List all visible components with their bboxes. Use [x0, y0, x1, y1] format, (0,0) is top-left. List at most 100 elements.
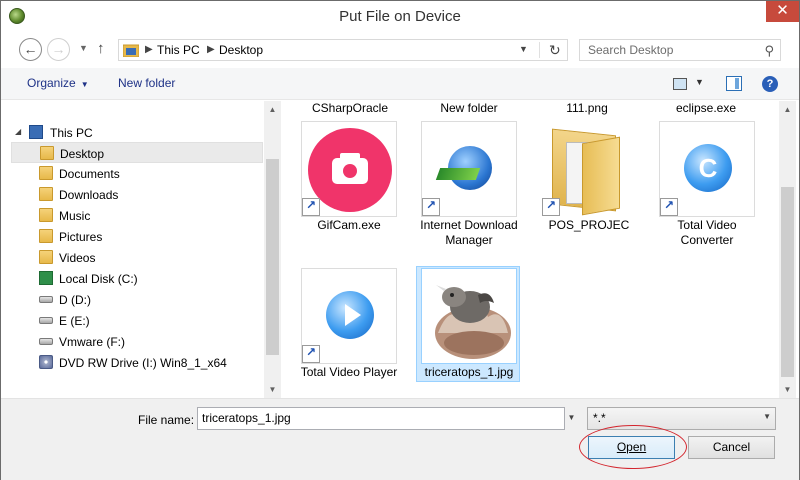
scrollbar-thumb[interactable] — [781, 187, 794, 377]
breadcrumb-separator-icon[interactable]: ▶ — [145, 44, 153, 55]
sidebar-item-pictures[interactable]: Pictures — [11, 226, 263, 247]
file-label-new-folder[interactable]: New folder — [419, 101, 519, 115]
breadcrumb-separator-icon[interactable]: ▶ — [207, 44, 215, 55]
content-scrollbar[interactable]: ▲ ▼ — [779, 101, 796, 398]
file-thumbnail — [301, 121, 397, 217]
shortcut-arrow-icon — [302, 198, 320, 216]
computer-icon — [29, 125, 43, 139]
file-tile-total-video-converter[interactable]: C Total Video Converter — [655, 121, 759, 261]
folder-icon — [39, 166, 53, 180]
sidebar-item-music[interactable]: Music — [11, 205, 263, 226]
file-thumbnail — [301, 268, 397, 364]
file-tile-gifcam[interactable]: GifCam.exe — [297, 121, 401, 261]
preview-pane-icon[interactable] — [726, 76, 742, 91]
chevron-down-icon: ▼ — [763, 412, 771, 421]
file-tile-idm[interactable]: Internet Download Manager — [417, 121, 521, 261]
sidebar-item-label: Local Disk (C:) — [59, 272, 138, 286]
file-thumbnail — [541, 121, 637, 217]
file-thumbnail — [421, 121, 517, 217]
recent-locations-chevron-icon[interactable]: ▼ — [79, 43, 88, 53]
breadcrumb-this-pc[interactable]: This PC — [157, 43, 200, 57]
back-button[interactable]: ← — [19, 38, 42, 61]
up-button[interactable]: ↑ — [97, 40, 105, 57]
sidebar-item-documents[interactable]: Documents — [11, 163, 263, 184]
sidebar-item-downloads[interactable]: Downloads — [11, 184, 263, 205]
scrollbar-thumb[interactable] — [266, 159, 279, 355]
search-input[interactable]: Search Desktop ⚲ — [579, 39, 781, 61]
view-options-chevron-icon[interactable]: ▼ — [695, 77, 704, 87]
shortcut-arrow-icon — [660, 198, 678, 216]
forward-button[interactable]: → — [47, 38, 70, 61]
file-tile-pos-project[interactable]: POS_PROJEC — [537, 121, 641, 261]
scroll-down-icon[interactable]: ▼ — [264, 381, 281, 398]
file-name: Internet Download Manager — [420, 218, 518, 247]
download-arrow-icon — [435, 168, 481, 180]
file-name-field[interactable]: triceratops_1.jpg — [197, 407, 565, 430]
file-thumbnail: C — [659, 121, 755, 217]
player-icon — [326, 291, 374, 339]
navigation-pane: ◢ This PC Desktop Documents Downloads Mu… — [1, 101, 281, 398]
sidebar-item-drive-d[interactable]: D (D:) — [11, 289, 263, 310]
scroll-up-icon[interactable]: ▲ — [264, 101, 281, 118]
breadcrumb-desktop[interactable]: Desktop — [219, 43, 263, 57]
file-name: POS_PROJEC — [548, 218, 630, 232]
expand-arrow-icon[interactable]: ◢ — [15, 127, 21, 136]
file-label-csharporacle[interactable]: CSharpOracle — [300, 101, 400, 115]
sidebar-item-label: Desktop — [60, 147, 105, 161]
change-view-icon[interactable] — [673, 78, 687, 90]
sidebar-item-label: Music — [59, 209, 91, 223]
folder-icon — [39, 187, 53, 201]
sidebar-item-videos[interactable]: Videos — [11, 247, 263, 268]
scroll-down-icon[interactable]: ▼ — [779, 381, 796, 398]
sidebar-item-drive-e[interactable]: E (E:) — [11, 310, 263, 331]
drive-icon — [39, 317, 53, 324]
file-label-eclipse[interactable]: eclipse.exe — [656, 101, 756, 115]
sidebar-item-dvd-drive[interactable]: DVD RW Drive (I:) Win8_1_x64 — [11, 352, 263, 373]
search-icon[interactable]: ⚲ — [764, 43, 774, 59]
file-tile-total-video-player[interactable]: Total Video Player — [297, 268, 401, 394]
drive-icon — [39, 296, 53, 303]
refresh-icon[interactable]: ↻ — [549, 42, 561, 59]
file-dialog-window: Put File on Device ✕ ← → ▼ ↑ ▶ This PC ▶… — [0, 0, 800, 480]
file-name: GifCam.exe — [317, 218, 381, 232]
address-bar[interactable]: ▶ This PC ▶ Desktop ▼ ↻ — [118, 39, 568, 61]
sidebar-item-label: Vmware (F:) — [59, 335, 125, 349]
shortcut-arrow-icon — [422, 198, 440, 216]
converter-icon: C — [684, 144, 732, 192]
folder-icon — [40, 146, 54, 160]
file-name-dropdown-icon[interactable]: ▼ — [563, 407, 580, 430]
sidebar-item-desktop[interactable]: Desktop — [11, 142, 263, 163]
scroll-up-icon[interactable]: ▲ — [779, 101, 796, 118]
folder-icon — [122, 43, 140, 58]
cancel-button[interactable]: Cancel — [688, 436, 775, 459]
new-folder-button[interactable]: New folder — [118, 76, 175, 90]
file-label-111-png[interactable]: 111.png — [537, 101, 637, 115]
sidebar-item-this-pc[interactable]: ◢ This PC — [15, 122, 267, 143]
title-bar: Put File on Device ✕ — [1, 1, 799, 32]
image-thumbnail — [435, 285, 511, 359]
close-button[interactable]: ✕ — [766, 1, 799, 22]
sidebar-item-label: DVD RW Drive (I:) Win8_1_x64 — [59, 356, 227, 370]
address-dropdown-icon[interactable]: ▼ — [519, 44, 528, 54]
sidebar-item-label: Downloads — [59, 188, 119, 202]
file-name-label: File name: — [138, 413, 195, 427]
organize-button[interactable]: Organize ▼ — [27, 76, 89, 90]
file-tile-triceratops[interactable]: triceratops_1.jpg — [416, 266, 520, 382]
file-name: Total Video Converter — [677, 218, 737, 247]
shortcut-arrow-icon — [542, 198, 560, 216]
sidebar-item-label: D (D:) — [59, 293, 91, 307]
sidebar-scrollbar[interactable]: ▲ ▼ — [264, 101, 281, 398]
sidebar-item-local-disk-c[interactable]: Local Disk (C:) — [11, 268, 263, 289]
divider — [539, 42, 540, 58]
sidebar-item-label: This PC — [50, 126, 93, 140]
help-icon[interactable]: ? — [762, 76, 778, 92]
sidebar-item-vmware-f[interactable]: Vmware (F:) — [11, 331, 263, 352]
sidebar-item-label: E (E:) — [59, 314, 90, 328]
open-button-highlight — [579, 425, 687, 469]
file-name: triceratops_1.jpg — [424, 365, 514, 379]
file-thumbnail — [421, 268, 517, 364]
drive-icon — [39, 338, 53, 345]
search-placeholder: Search Desktop — [588, 43, 674, 57]
dvd-icon — [39, 355, 53, 369]
window-title: Put File on Device — [339, 8, 461, 25]
